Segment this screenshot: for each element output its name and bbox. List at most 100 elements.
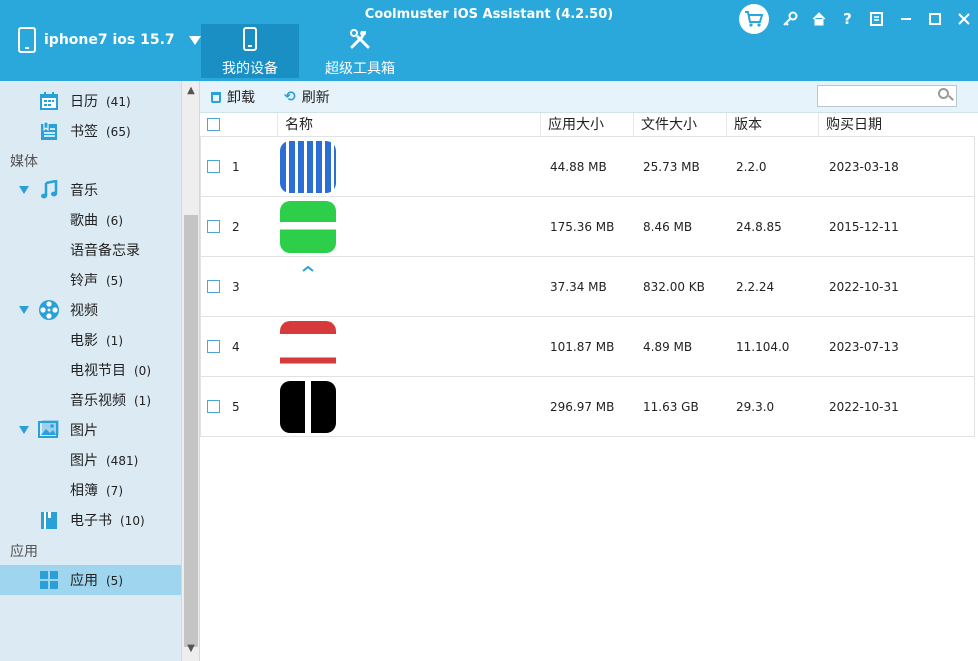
row-checkbox[interactable] bbox=[207, 400, 220, 413]
file-size: 4.89 MB bbox=[643, 340, 693, 354]
sidebar-item-label: 歌曲 bbox=[70, 213, 98, 229]
scroll-up-arrow-icon[interactable]: ▲ bbox=[182, 85, 200, 101]
table-row[interactable]: 1 44.88 MB 25.73 MB 2.2.0 2023-03-18 bbox=[200, 137, 975, 197]
sidebar-item-calendar[interactable]: 日历 (41) bbox=[0, 86, 181, 116]
close-icon[interactable] bbox=[949, 4, 978, 34]
expand-triangle-icon[interactable] bbox=[19, 306, 29, 314]
sidebar-item-songs[interactable]: 歌曲 (6) bbox=[0, 205, 181, 235]
maximize-icon[interactable] bbox=[920, 4, 949, 34]
file-size: 25.73 MB bbox=[643, 160, 700, 174]
row-index: 2 bbox=[232, 220, 240, 234]
row-index: 4 bbox=[232, 340, 240, 354]
app-icon bbox=[280, 381, 336, 433]
sidebar-item-movies[interactable]: 电影 (1) bbox=[0, 325, 181, 355]
search-box bbox=[817, 85, 957, 107]
search-input[interactable] bbox=[818, 86, 936, 106]
expand-triangle-icon[interactable] bbox=[19, 426, 29, 434]
section-header-apps: 应用 bbox=[10, 544, 38, 560]
file-size: 8.46 MB bbox=[643, 220, 693, 234]
table-row[interactable]: 4 101.87 MB 4.89 MB 11.104.0 2023-07-13 bbox=[200, 317, 975, 377]
sidebar-item-ebooks[interactable]: 电子书 (10) bbox=[0, 505, 181, 535]
row-checkbox[interactable] bbox=[207, 160, 220, 173]
row-checkbox[interactable] bbox=[207, 220, 220, 233]
row-checkbox[interactable] bbox=[207, 280, 220, 293]
chevron-down-icon bbox=[188, 35, 201, 45]
column-header-purchase-date[interactable]: 购买日期 bbox=[818, 113, 975, 137]
sidebar-item-count: (65) bbox=[106, 125, 131, 139]
sidebar-item-tv-shows[interactable]: 电视节目 (0) bbox=[0, 355, 181, 385]
film-reel-icon bbox=[38, 299, 60, 321]
row-checkbox[interactable] bbox=[207, 340, 220, 353]
sidebar-item-albums[interactable]: 相簿 (7) bbox=[0, 475, 181, 505]
tab-label: 超级工具箱 bbox=[325, 61, 395, 77]
row-index: 5 bbox=[232, 400, 240, 414]
column-header-app-size[interactable]: 应用大小 bbox=[540, 113, 633, 137]
feedback-icon[interactable] bbox=[862, 4, 891, 34]
image-icon bbox=[38, 419, 60, 441]
row-index: 1 bbox=[232, 160, 240, 174]
sidebar-item-label: 音乐视频 bbox=[70, 393, 126, 409]
tab-my-device[interactable]: 我的设备 bbox=[201, 24, 299, 78]
sidebar-item-count: (10) bbox=[120, 514, 145, 528]
row-index: 3 bbox=[232, 280, 240, 294]
sidebar-item-label: 铃声 bbox=[70, 273, 98, 289]
sidebar: 日历 (41) 书签 (65) 媒体 音乐 歌曲 (6) 语音备忘录 铃声 (5) bbox=[0, 81, 199, 661]
sidebar-item-voice-memos[interactable]: 语音备忘录 bbox=[0, 235, 181, 265]
refresh-icon: ⟲ bbox=[284, 89, 296, 105]
app-icon bbox=[280, 201, 336, 253]
sidebar-item-label: 图片 bbox=[70, 423, 98, 439]
help-icon[interactable]: ? bbox=[833, 4, 862, 34]
table-row[interactable]: 2 175.36 MB 8.46 MB 24.8.85 2015-12-11 bbox=[200, 197, 975, 257]
sidebar-item-count: (1) bbox=[106, 334, 123, 348]
column-header-file-size[interactable]: 文件大小 bbox=[633, 113, 726, 137]
phone-icon bbox=[243, 27, 257, 51]
app-icon bbox=[280, 321, 336, 373]
sidebar-item-label: 相簿 bbox=[70, 483, 98, 499]
column-header-version[interactable]: 版本 bbox=[726, 113, 818, 137]
table-row[interactable]: 3 37.34 MB 832.00 KB 2.2.24 2022-10-31 bbox=[200, 257, 975, 317]
sidebar-scrollbar[interactable]: ▲ ▼ bbox=[181, 81, 199, 661]
sidebar-item-count: (0) bbox=[134, 364, 151, 378]
scroll-down-arrow-icon[interactable]: ▼ bbox=[182, 643, 200, 659]
expand-triangle-icon[interactable] bbox=[19, 186, 29, 194]
sidebar-item-music[interactable]: 音乐 bbox=[0, 175, 181, 205]
cart-icon[interactable] bbox=[739, 4, 769, 34]
purchase-date: 2022-10-31 bbox=[829, 400, 899, 414]
search-icon[interactable] bbox=[938, 88, 954, 102]
sidebar-item-ringtones[interactable]: 铃声 (5) bbox=[0, 265, 181, 295]
refresh-button[interactable]: ⟲ 刷新 bbox=[284, 87, 330, 107]
sidebar-item-label: 音乐 bbox=[70, 183, 98, 199]
app-size: 175.36 MB bbox=[550, 220, 615, 234]
titlebar-controls: ? bbox=[739, 4, 978, 34]
tools-icon bbox=[350, 29, 370, 49]
sidebar-item-count: (5) bbox=[106, 274, 123, 288]
sidebar-item-count: (41) bbox=[106, 95, 131, 109]
apps-grid-icon bbox=[38, 569, 60, 591]
sidebar-item-apps[interactable]: 应用 (5) bbox=[0, 565, 181, 595]
sidebar-item-label: 应用 bbox=[70, 573, 98, 589]
minimize-icon[interactable] bbox=[891, 4, 920, 34]
purchase-date: 2015-12-11 bbox=[829, 220, 899, 234]
tab-super-toolbox[interactable]: 超级工具箱 bbox=[311, 24, 409, 78]
sidebar-item-bookmarks[interactable]: 书签 (65) bbox=[0, 116, 181, 146]
trash-icon bbox=[211, 91, 221, 103]
bookmark-icon bbox=[38, 120, 60, 142]
device-selector[interactable]: iphone7 ios 15.7 bbox=[18, 26, 201, 54]
select-all-checkbox[interactable] bbox=[207, 118, 220, 131]
tab-label: 我的设备 bbox=[222, 61, 278, 77]
uninstall-button[interactable]: 卸载 bbox=[211, 87, 255, 107]
version: 11.104.0 bbox=[736, 340, 790, 354]
table-row[interactable]: 5 296.97 MB 11.63 GB 29.3.0 2022-10-31 bbox=[200, 377, 975, 437]
sidebar-item-pictures[interactable]: 图片 bbox=[0, 415, 181, 445]
column-header-name[interactable]: 名称 bbox=[277, 113, 543, 137]
sidebar-item-music-videos[interactable]: 音乐视频 (1) bbox=[0, 385, 181, 415]
home-icon[interactable] bbox=[804, 4, 833, 34]
key-icon[interactable] bbox=[775, 4, 804, 34]
sidebar-item-video[interactable]: 视频 bbox=[0, 295, 181, 325]
sidebar-item-label: 日历 bbox=[70, 94, 98, 110]
uninstall-label: 卸载 bbox=[227, 90, 255, 106]
device-name: iphone7 ios 15.7 bbox=[44, 32, 175, 48]
scroll-thumb[interactable] bbox=[184, 215, 198, 647]
app-size: 101.87 MB bbox=[550, 340, 615, 354]
sidebar-item-photos[interactable]: 图片 (481) bbox=[0, 445, 181, 475]
